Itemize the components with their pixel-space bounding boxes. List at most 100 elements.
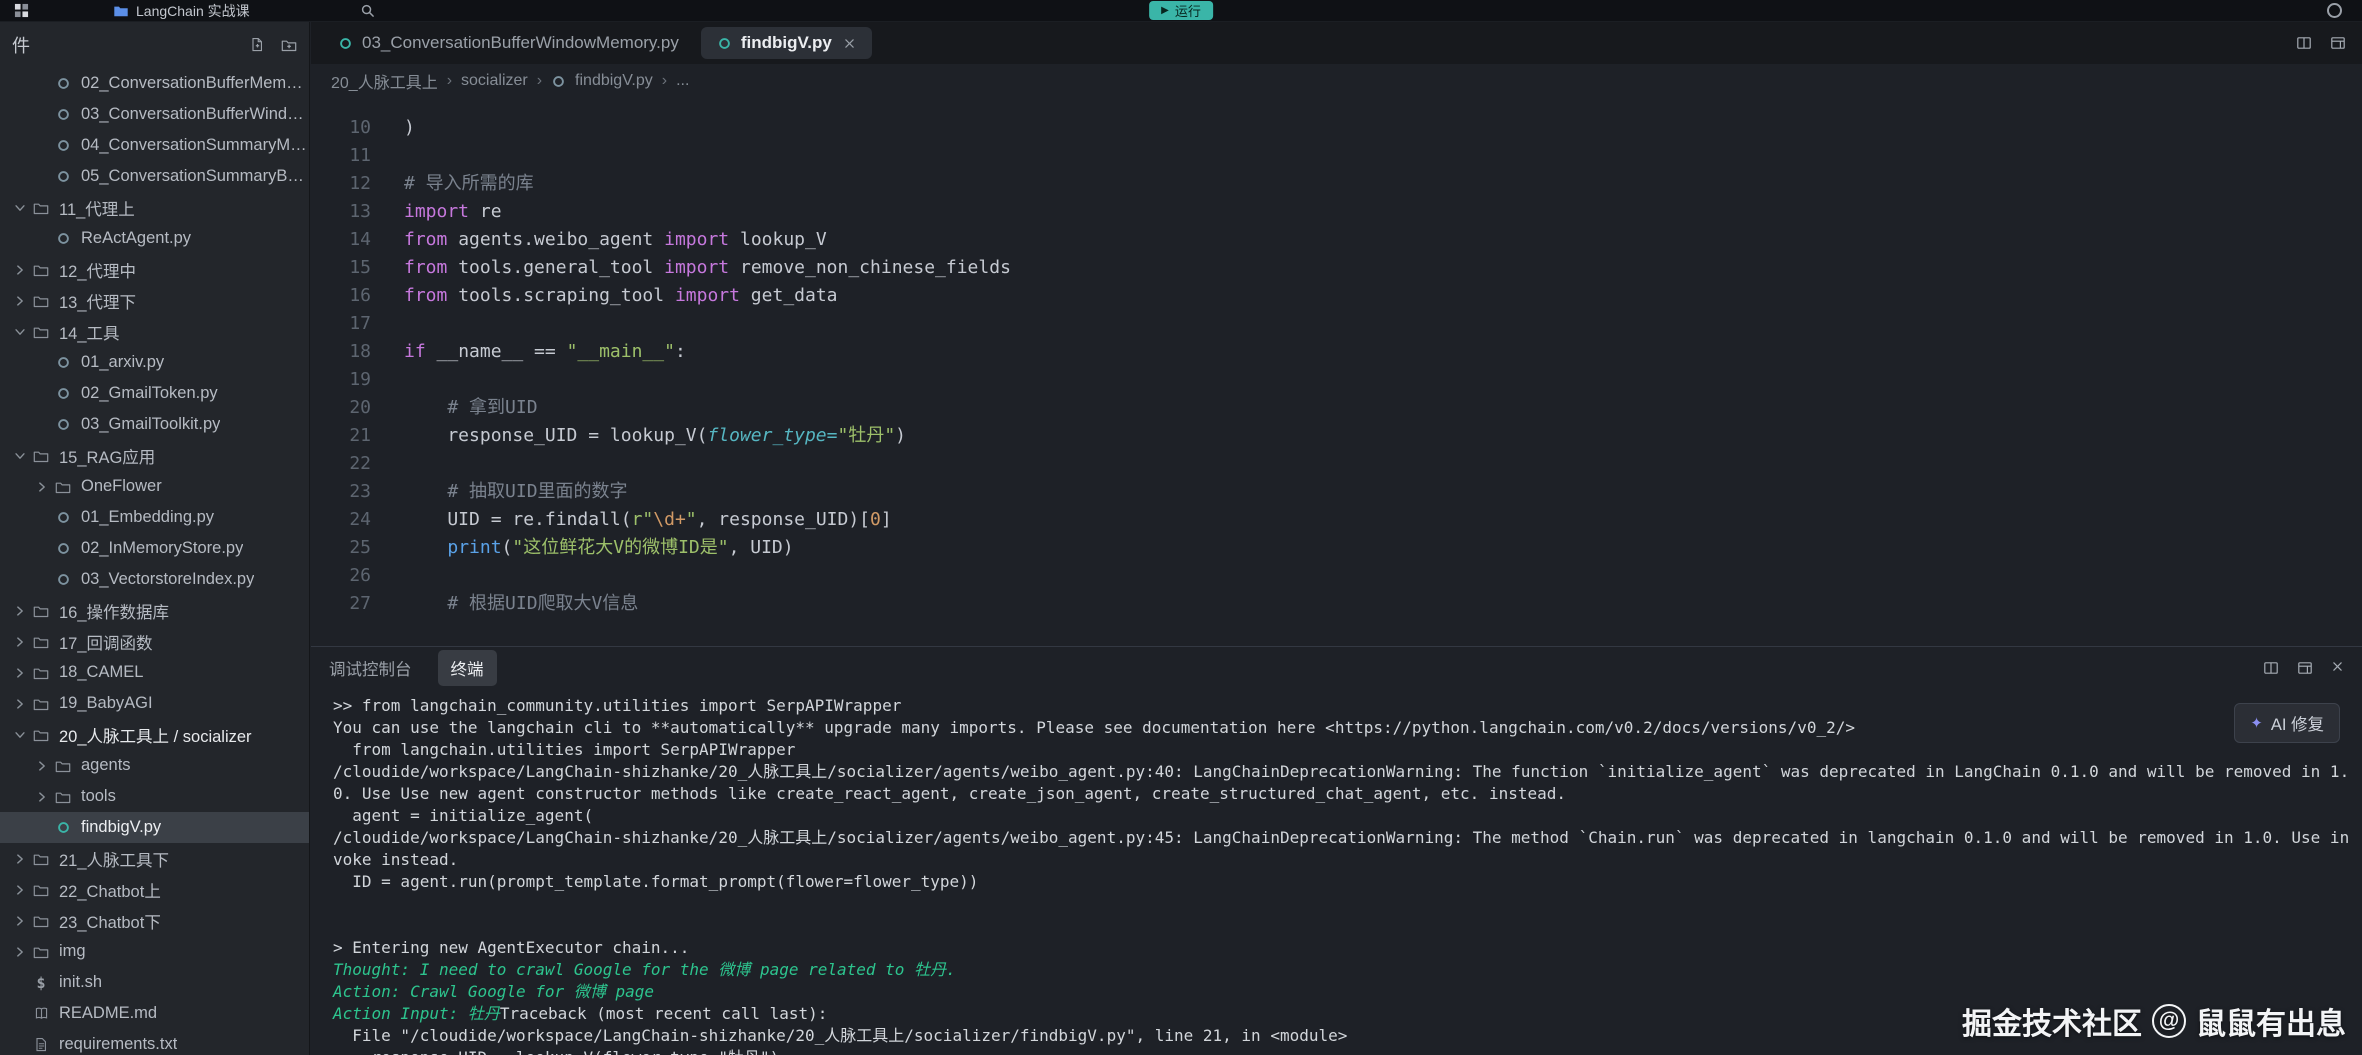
tree-item[interactable]: requirements.txt bbox=[0, 1029, 309, 1055]
code-area[interactable]: 10)11 12# 导入所需的库13import re14from agents… bbox=[311, 98, 2362, 646]
breadcrumb-separator: › bbox=[662, 72, 667, 90]
chevron-right-icon[interactable] bbox=[10, 883, 30, 897]
tree-item[interactable]: README.md bbox=[0, 998, 309, 1029]
chevron-down-icon[interactable] bbox=[10, 728, 30, 742]
tree-item[interactable]: 19_BabyAGI bbox=[0, 688, 309, 719]
chevron-right-icon[interactable] bbox=[10, 697, 30, 711]
file-label: OneFlower bbox=[81, 477, 162, 496]
panel-tab-debug-console[interactable]: 调试控制台 bbox=[329, 656, 412, 680]
editor-tab[interactable]: findbigV.py bbox=[701, 27, 872, 59]
tree-item[interactable]: 11_代理上 bbox=[0, 192, 309, 223]
tree-item[interactable]: 03_VectorstoreIndex.py bbox=[0, 564, 309, 595]
layout-icon[interactable] bbox=[2330, 35, 2346, 51]
terminal-line: /cloudide/workspace/LangChain-shizhanke/… bbox=[333, 761, 2352, 805]
tree-item[interactable]: 02_GmailToken.py bbox=[0, 378, 309, 409]
tree-item[interactable]: 01_arxiv.py bbox=[0, 347, 309, 378]
tree-item[interactable]: findbigV.py bbox=[0, 812, 309, 843]
terminal-line: response_UID = lookup_V(flower_type="牡丹"… bbox=[333, 1047, 2352, 1055]
chevron-right-icon[interactable] bbox=[10, 852, 30, 866]
split-terminal-icon[interactable] bbox=[2263, 660, 2279, 676]
folder-icon bbox=[52, 758, 74, 774]
tree-item[interactable]: 03_ConversationBufferWindo... bbox=[0, 99, 309, 130]
file-label: 14_工具 bbox=[59, 320, 120, 344]
file-label: 03_GmailToolkit.py bbox=[81, 415, 220, 434]
file-label: 22_Chatbot上 bbox=[59, 878, 161, 902]
chevron-right-icon[interactable] bbox=[10, 945, 30, 959]
file-label: img bbox=[59, 942, 86, 961]
breadcrumb-item[interactable]: findbigV.py bbox=[575, 72, 653, 90]
tree-item[interactable]: 23_Chatbot下 bbox=[0, 905, 309, 936]
tree-item[interactable]: 18_CAMEL bbox=[0, 657, 309, 688]
tree-item[interactable]: 02_InMemoryStore.py bbox=[0, 533, 309, 564]
tree-item[interactable]: OneFlower bbox=[0, 471, 309, 502]
tab-list: 03_ConversationBufferWindowMemory.pyfind… bbox=[319, 22, 875, 64]
tree-item[interactable]: 04_ConversationSummaryMe... bbox=[0, 130, 309, 161]
code-text: # 导入所需的库 bbox=[404, 170, 534, 198]
new-folder-icon[interactable] bbox=[281, 37, 297, 53]
tree-item[interactable]: 16_操作数据库 bbox=[0, 595, 309, 626]
tree-item[interactable]: img bbox=[0, 936, 309, 967]
watermark-right: 鼠鼠有出息 bbox=[2196, 999, 2346, 1043]
code-text bbox=[404, 310, 415, 338]
avatar[interactable] bbox=[2327, 3, 2342, 18]
tree-item[interactable]: ReActAgent.py bbox=[0, 223, 309, 254]
python-file-icon bbox=[52, 820, 74, 835]
python-file-icon bbox=[551, 74, 566, 89]
chevron-right-icon[interactable] bbox=[32, 790, 52, 804]
tree-item[interactable]: 05_ConversationSummaryBuff... bbox=[0, 161, 309, 192]
ide-window: LangChain 实战课 ▶ 运行 件 02_ConversationBuff… bbox=[0, 0, 2362, 1055]
breadcrumb-item[interactable]: socializer bbox=[461, 72, 528, 90]
chevron-right-icon[interactable] bbox=[10, 635, 30, 649]
chevron-right-icon[interactable] bbox=[32, 759, 52, 773]
tree-item[interactable]: 01_Embedding.py bbox=[0, 502, 309, 533]
tree-item[interactable]: 14_工具 bbox=[0, 316, 309, 347]
tree-item[interactable]: agents bbox=[0, 750, 309, 781]
tree-item[interactable]: 13_代理下 bbox=[0, 285, 309, 316]
new-file-icon[interactable] bbox=[250, 37, 265, 53]
tree-item[interactable]: 20_人脉工具上 / socializer bbox=[0, 719, 309, 750]
tree-item[interactable]: tools bbox=[0, 781, 309, 812]
run-button[interactable]: ▶ 运行 bbox=[1149, 1, 1213, 20]
terminal-line: from langchain.utilities import SerpAPIW… bbox=[333, 739, 2352, 761]
folder-icon bbox=[30, 696, 52, 712]
tree-item[interactable]: 12_代理中 bbox=[0, 254, 309, 285]
python-file-icon bbox=[52, 417, 74, 432]
chevron-right-icon[interactable] bbox=[10, 666, 30, 680]
code-line: 19 bbox=[311, 366, 2362, 394]
tree-item[interactable]: 22_Chatbot上 bbox=[0, 874, 309, 905]
chevron-right-icon[interactable] bbox=[10, 294, 30, 308]
terminal-line bbox=[333, 893, 2352, 915]
panel-layout-icon[interactable] bbox=[2297, 660, 2313, 676]
tree-item[interactable]: 03_GmailToolkit.py bbox=[0, 409, 309, 440]
line-number: 19 bbox=[311, 366, 371, 394]
chevron-right-icon[interactable] bbox=[10, 604, 30, 618]
breadcrumb-item[interactable]: ... bbox=[676, 72, 689, 90]
split-editor-icon[interactable] bbox=[2296, 35, 2312, 51]
tree-item[interactable]: 02_ConversationBufferMemor... bbox=[0, 68, 309, 99]
chevron-down-icon[interactable] bbox=[10, 449, 30, 463]
search-icon[interactable] bbox=[360, 3, 375, 18]
chevron-right-icon[interactable] bbox=[10, 914, 30, 928]
app-logo[interactable] bbox=[14, 3, 29, 18]
tree-item[interactable]: 15_RAG应用 bbox=[0, 440, 309, 471]
file-label: agents bbox=[81, 756, 131, 775]
workspace-switcher[interactable]: LangChain 实战课 bbox=[113, 1, 250, 21]
workspace-name: LangChain 实战课 bbox=[136, 1, 250, 21]
terminal-line bbox=[333, 915, 2352, 937]
line-number: 24 bbox=[311, 506, 371, 534]
breadcrumb-item[interactable]: 20_人脉工具上 bbox=[331, 69, 438, 93]
tree-item[interactable]: 21_人脉工具下 bbox=[0, 843, 309, 874]
chevron-right-icon[interactable] bbox=[10, 263, 30, 277]
chevron-down-icon[interactable] bbox=[10, 201, 30, 215]
code-line: 17 bbox=[311, 310, 2362, 338]
panel-tab-terminal[interactable]: 终端 bbox=[438, 650, 497, 686]
close-tab-icon[interactable] bbox=[843, 37, 856, 50]
tree-item[interactable]: $init.sh bbox=[0, 967, 309, 998]
chevron-down-icon[interactable] bbox=[10, 325, 30, 339]
code-text bbox=[404, 450, 415, 478]
close-panel-icon[interactable] bbox=[2331, 660, 2344, 676]
editor-tab[interactable]: 03_ConversationBufferWindowMemory.py bbox=[322, 27, 695, 59]
chevron-right-icon[interactable] bbox=[32, 480, 52, 494]
tree-item[interactable]: 17_回调函数 bbox=[0, 626, 309, 657]
python-file-icon bbox=[52, 76, 74, 91]
